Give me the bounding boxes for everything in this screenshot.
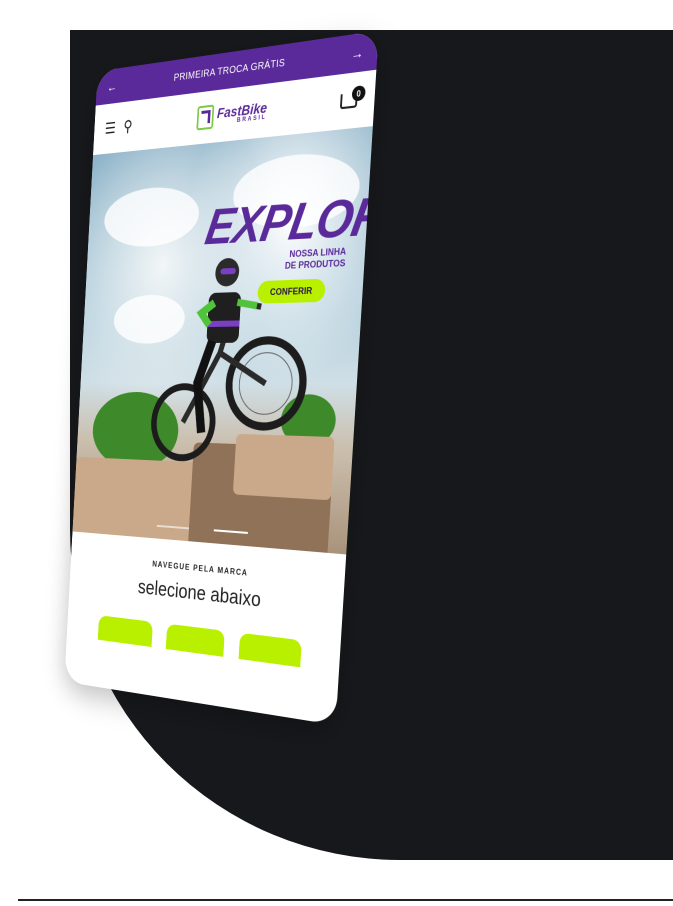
- search-icon[interactable]: ⚲: [123, 116, 133, 136]
- header-left: ☰ ⚲: [104, 116, 133, 138]
- logo-mark: [196, 104, 215, 131]
- arrow-left-icon[interactable]: ←: [107, 78, 118, 94]
- brand-tabs: [67, 611, 341, 672]
- cart-icon[interactable]: 0: [339, 84, 366, 114]
- fastbike-logo[interactable]: FastBike BRASIL: [196, 98, 268, 131]
- brand-section: NAVEGUE PELA MARCA selecione abaixo: [66, 531, 347, 673]
- hero-title: EXPLORE: [201, 182, 373, 256]
- conferir-button[interactable]: CONFERIR: [257, 278, 326, 304]
- cart-count-badge: 0: [351, 84, 366, 102]
- device-stage: ← PRIMEIRA TROCA GRÁTIS → ☰ ⚲ FastBike B…: [0, 0, 673, 906]
- announcement-text: PRIMEIRA TROCA GRÁTIS: [173, 57, 286, 84]
- hero-subtitle: NOSSA LINHA DE PRODUTOS: [263, 246, 347, 272]
- brand-tab-3[interactable]: [238, 632, 302, 668]
- brand-tab-2[interactable]: [165, 623, 225, 657]
- arrow-right-icon[interactable]: →: [351, 44, 365, 62]
- hero-banner[interactable]: EXPLORE NOSSA LINHA DE PRODUTOS CONFERIR: [72, 126, 373, 555]
- menu-icon[interactable]: ☰: [104, 118, 116, 138]
- phone-mockup: ← PRIMEIRA TROCA GRÁTIS → ☰ ⚲ FastBike B…: [64, 30, 379, 726]
- logo-text: FastBike BRASIL: [216, 99, 268, 126]
- brand-tab-1[interactable]: [97, 615, 153, 648]
